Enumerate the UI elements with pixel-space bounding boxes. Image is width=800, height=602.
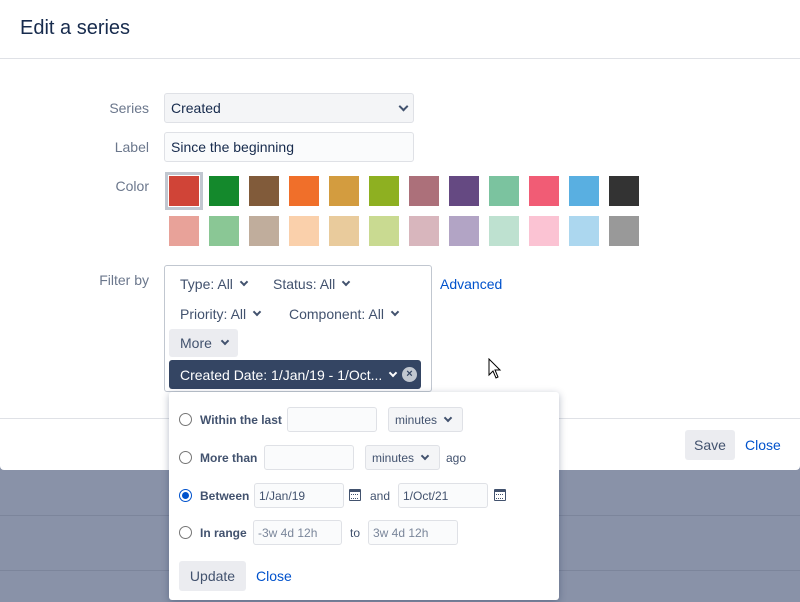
chevron-down-icon (239, 277, 249, 287)
between-from-input[interactable]: 1/Jan/19 (254, 483, 344, 508)
chevron-down-icon (398, 101, 409, 111)
color-swatch[interactable] (169, 216, 199, 246)
chevron-down-icon (390, 307, 400, 317)
status-filter[interactable]: Status: All (273, 276, 351, 292)
between-radio[interactable] (179, 489, 192, 502)
chevron-down-icon (220, 336, 230, 346)
chevron-down-icon (252, 307, 262, 317)
chevron-down-icon (342, 277, 351, 287)
filter-by-label: Filter by (99, 272, 149, 288)
advanced-link[interactable]: Advanced (440, 276, 502, 292)
mouse-cursor-icon (488, 358, 502, 379)
color-swatch[interactable] (489, 176, 519, 206)
close-link[interactable]: Close (745, 437, 781, 453)
type-filter[interactable]: Type: All (180, 276, 249, 292)
to-label: to (350, 526, 361, 540)
calendar-icon[interactable] (494, 489, 506, 501)
color-swatch[interactable] (489, 216, 519, 246)
color-swatch[interactable] (329, 216, 359, 246)
label-input-value: Since the beginning (171, 139, 294, 155)
color-swatch[interactable] (529, 216, 559, 246)
color-swatch[interactable] (329, 176, 359, 206)
color-swatch[interactable] (165, 172, 203, 210)
color-swatch[interactable] (609, 216, 639, 246)
priority-filter-label: Priority: All (180, 306, 247, 322)
more-than-unit-value: minutes (372, 450, 415, 465)
chevron-down-icon (443, 413, 453, 422)
component-filter-label: Component: All (289, 306, 384, 322)
series-select-value: Created (171, 100, 221, 116)
header-divider (0, 58, 800, 59)
in-range-radio[interactable] (179, 526, 192, 539)
within-last-input[interactable] (287, 407, 377, 432)
more-button-label: More (180, 335, 212, 351)
status-filter-label: Status: All (273, 276, 336, 292)
created-date-filter[interactable]: Created Date: 1/Jan/19 - 1/Oct... × (169, 360, 421, 389)
color-swatch[interactable] (289, 176, 319, 206)
calendar-icon[interactable] (349, 489, 361, 501)
component-filter[interactable]: Component: All (289, 306, 400, 322)
label-input[interactable]: Since the beginning (164, 132, 414, 162)
color-swatch[interactable] (249, 216, 279, 246)
type-filter-label: Type: All (180, 276, 233, 292)
range-from-input[interactable]: -3w 4d 12h (253, 520, 342, 545)
series-select[interactable]: Created (164, 93, 414, 123)
label-field-label: Label (114, 139, 149, 155)
priority-filter[interactable]: Priority: All (180, 306, 262, 322)
in-range-label: In range (200, 526, 247, 540)
more-than-input[interactable] (264, 445, 354, 470)
date-filter-popup: Within the last minutes More than minute… (169, 392, 559, 600)
color-swatch[interactable] (209, 176, 239, 206)
and-label: and (370, 489, 391, 503)
color-swatch[interactable] (209, 216, 239, 246)
created-date-label: Created Date: 1/Jan/19 - 1/Oct... (180, 366, 383, 383)
chevron-down-icon (420, 451, 430, 460)
ago-label: ago (446, 451, 467, 465)
clear-icon[interactable]: × (402, 367, 417, 382)
save-button[interactable]: Save (685, 430, 735, 460)
color-swatch[interactable] (449, 176, 479, 206)
color-swatch[interactable] (449, 216, 479, 246)
more-than-label: More than (200, 451, 258, 465)
within-last-unit-select[interactable]: minutes (388, 407, 463, 432)
color-swatch[interactable] (369, 176, 399, 206)
color-swatch[interactable] (249, 176, 279, 206)
series-label: Series (109, 100, 149, 116)
dialog-title: Edit a series (20, 17, 131, 39)
update-button[interactable]: Update (179, 561, 246, 591)
chevron-down-icon (389, 368, 398, 377)
between-to-input[interactable]: 1/Oct/21 (398, 483, 488, 508)
color-swatch[interactable] (289, 216, 319, 246)
range-to-input[interactable]: 3w 4d 12h (368, 520, 458, 545)
within-last-radio[interactable] (179, 413, 192, 426)
color-swatch[interactable] (369, 216, 399, 246)
between-label: Between (200, 489, 250, 503)
color-swatch[interactable] (569, 216, 599, 246)
color-swatch[interactable] (409, 216, 439, 246)
color-swatch[interactable] (609, 176, 639, 206)
color-swatch[interactable] (529, 176, 559, 206)
within-last-label: Within the last (200, 413, 282, 427)
popup-close-link[interactable]: Close (256, 568, 292, 584)
color-swatch[interactable] (409, 176, 439, 206)
color-swatch[interactable] (569, 176, 599, 206)
more-than-unit-select[interactable]: minutes (365, 445, 440, 470)
within-unit-value: minutes (395, 412, 438, 427)
more-than-radio[interactable] (179, 451, 192, 464)
color-label: Color (115, 178, 149, 194)
more-filters-button[interactable]: More (169, 329, 238, 357)
